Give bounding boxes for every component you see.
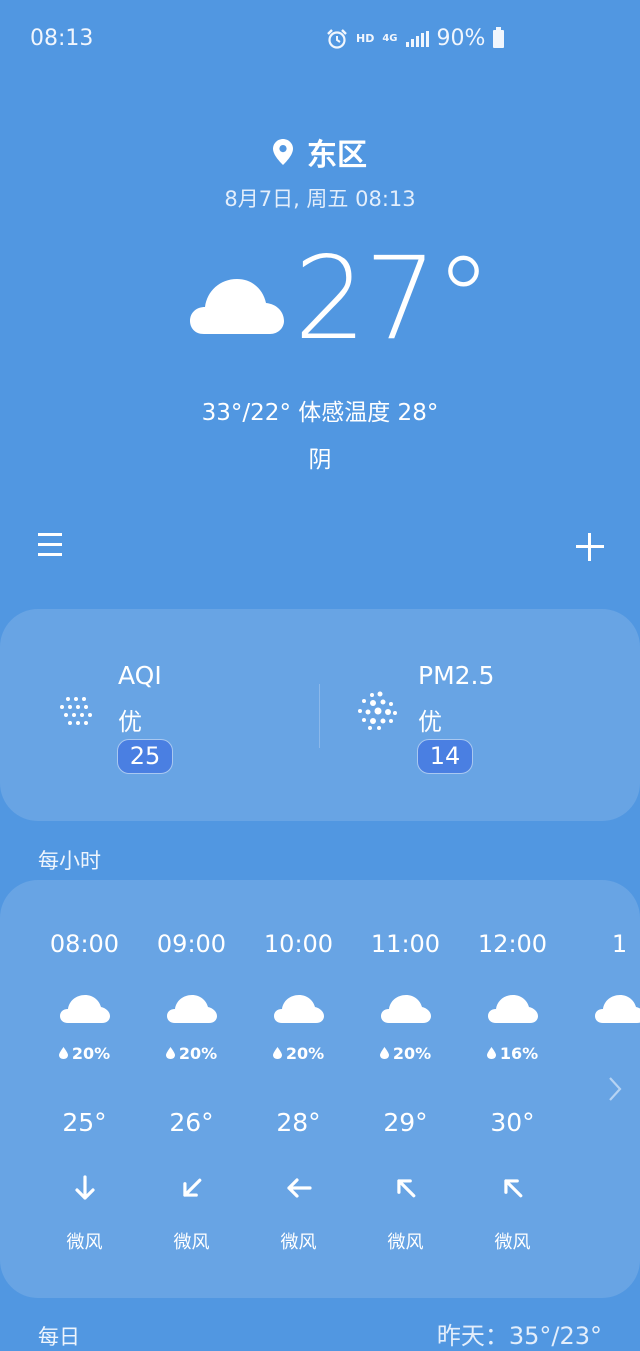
arrow-left-icon <box>245 1174 352 1202</box>
hour-rain-value: 20% <box>285 1044 325 1063</box>
signal-icon <box>405 30 429 47</box>
add-location-icon[interactable] <box>574 531 606 563</box>
hour-wind-label: 微风 <box>173 1232 210 1253</box>
hour-rain-value: 20% <box>178 1044 218 1063</box>
hour-temperature: 26° <box>169 1108 214 1137</box>
date-time: 8月7日, 周五 08:13 <box>224 187 416 211</box>
air-quality-card[interactable]: AQI 优 25 PM2.5 优 14 <box>0 609 640 821</box>
arrow-down-left-icon <box>138 1174 245 1202</box>
hour-cloud <box>566 994 640 1024</box>
pm25-label: PM2.5 <box>418 661 495 690</box>
pm25-panel[interactable]: PM2.5 优 14 <box>300 609 600 821</box>
aqi-level: 优 <box>118 708 142 736</box>
hour-temperature: 25° <box>62 1108 107 1137</box>
temperature-range-feels: 33°/22° 体感温度 28° <box>201 400 439 426</box>
hour-wind-label: 微风 <box>387 1232 424 1253</box>
chevron-right-icon[interactable] <box>607 1076 623 1102</box>
hour-time: 10:00 <box>263 930 334 958</box>
hour-temperature: 29° <box>383 1108 428 1137</box>
status-time: 08:13 <box>30 26 94 51</box>
hour-rain-value: 20% <box>71 1044 111 1063</box>
hour-rain-chance: 16% <box>459 1044 566 1063</box>
hour-time: 09:00 <box>156 930 227 958</box>
raindrop-icon <box>272 1047 282 1059</box>
aqi-label: AQI <box>118 661 162 690</box>
current-weather: 27° <box>190 239 492 365</box>
aqi-panel[interactable]: AQI 优 25 <box>0 609 300 821</box>
raindrop-icon <box>379 1047 389 1059</box>
daily-title: 每日 <box>38 1325 80 1349</box>
arrow-down-icon <box>31 1174 138 1202</box>
hour-wind-label: 微风 <box>280 1232 317 1253</box>
alarm-icon <box>327 28 347 49</box>
hour-cloud <box>138 994 245 1024</box>
hourly-item[interactable]: 11:00 20% 29° 微风 <box>352 880 459 1298</box>
dots-grid-icon <box>60 697 92 725</box>
cloud-icon <box>380 995 431 1023</box>
hourly-item[interactable]: 1 <box>566 880 640 1298</box>
location: 东区 <box>0 130 640 174</box>
cloud-icon <box>273 995 324 1023</box>
hour-rain-value: 20% <box>392 1044 432 1063</box>
arrow-up-left-icon <box>352 1174 459 1202</box>
hour-cloud <box>31 994 138 1024</box>
hourly-title: 每小时 <box>38 849 101 873</box>
hd-label: HD <box>356 32 375 45</box>
current-temperature: 27° <box>294 232 492 365</box>
cloud-icon <box>190 279 284 334</box>
status-icons: HD 4G 90% <box>326 26 505 51</box>
raindrop-icon <box>58 1047 68 1059</box>
menu-icon[interactable] <box>38 533 62 557</box>
weather-condition: 阴 <box>308 447 332 473</box>
cloud-icon <box>166 995 217 1023</box>
hour-time: 08:00 <box>49 930 120 958</box>
hour-time: 1 <box>611 930 628 958</box>
hourly-item[interactable]: 10:00 20% 28° 微风 <box>245 880 352 1298</box>
location-pin-icon <box>273 139 293 165</box>
hour-rain-chance: 20% <box>245 1044 352 1063</box>
cloud-icon <box>594 995 640 1023</box>
yesterday-temperature: 昨天：35°/23° <box>436 1322 602 1350</box>
hour-time: 11:00 <box>370 930 441 958</box>
aqi-divider <box>319 684 320 748</box>
hour-rain-chance: 20% <box>138 1044 245 1063</box>
hour-temperature: 28° <box>276 1108 321 1137</box>
hour-wind-label: 微风 <box>66 1232 103 1253</box>
hour-cloud <box>459 994 566 1024</box>
raindrop-icon <box>486 1047 496 1059</box>
pm25-level: 优 <box>418 708 442 736</box>
hour-time: 12:00 <box>477 930 548 958</box>
battery-percent: 90% <box>436 26 486 51</box>
hour-cloud <box>245 994 352 1024</box>
hourly-item[interactable]: 12:00 16% 30° 微风 <box>459 880 566 1298</box>
hour-rain-chance: 20% <box>352 1044 459 1063</box>
battery-icon <box>493 26 505 48</box>
location-name: 东区 <box>307 138 367 173</box>
status-bar: 08:13 HD 4G 90% <box>0 0 640 78</box>
network-label: 4G <box>382 33 398 44</box>
cloud-icon <box>487 995 538 1023</box>
arrow-up-left-icon <box>459 1174 566 1202</box>
hourly-item[interactable]: 09:00 20% 26° 微风 <box>138 880 245 1298</box>
cloud-icon <box>59 995 110 1023</box>
hour-rain-chance: 20% <box>31 1044 138 1063</box>
pm25-value-badge: 14 <box>417 739 473 774</box>
hour-wind-label: 微风 <box>494 1232 531 1253</box>
hour-cloud <box>352 994 459 1024</box>
aqi-value-badge: 25 <box>117 739 173 774</box>
hourly-forecast-card[interactable]: 08:00 20% 25° 微风 09:00 20% 26° 微风 10:00 20% 28° 微风 1… <box>0 880 640 1298</box>
particles-icon <box>358 691 397 730</box>
hour-temperature: 30° <box>490 1108 535 1137</box>
hour-rain-value: 16% <box>499 1044 539 1063</box>
raindrop-icon <box>165 1047 175 1059</box>
hourly-item[interactable]: 08:00 20% 25° 微风 <box>31 880 138 1298</box>
